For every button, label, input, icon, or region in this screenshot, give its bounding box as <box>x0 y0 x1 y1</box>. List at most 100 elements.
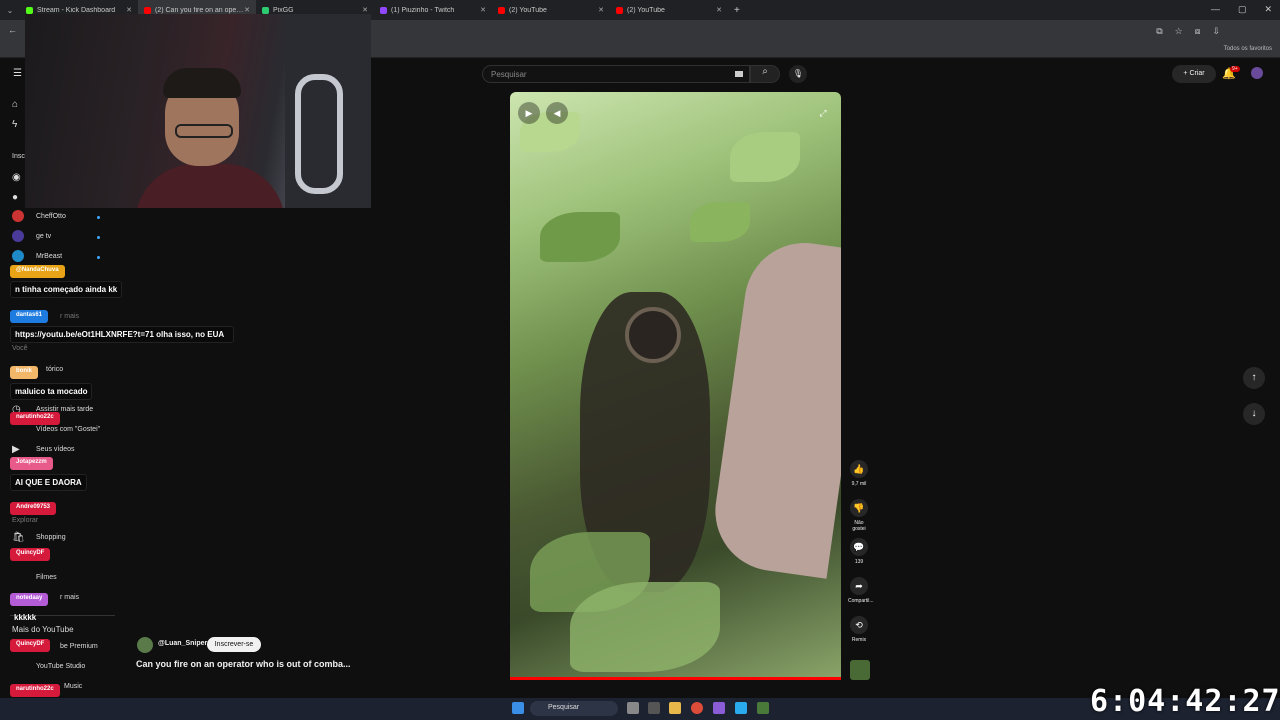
channel-avatar[interactable] <box>12 250 24 262</box>
create-button[interactable]: + Criar <box>1172 65 1216 83</box>
task-view-icon[interactable] <box>648 702 660 714</box>
shopping-icon[interactable]: 🛍 <box>12 532 25 543</box>
avatar[interactable] <box>1251 67 1263 79</box>
home-icon[interactable]: ⌂ <box>12 99 18 110</box>
minimize-icon[interactable]: — <box>1211 4 1220 15</box>
channel-icon[interactable]: ● <box>12 192 18 203</box>
channel-avatar[interactable] <box>12 230 24 242</box>
stream-timer: 6:04:42:27 <box>1090 684 1280 719</box>
chat-message: https://youtu.be/eOt1HLXNRFE?t=71 olha i… <box>10 326 234 343</box>
sidebar-item-getv[interactable]: ge tv <box>36 233 51 240</box>
sidebar-show-more-3[interactable]: r mais <box>60 594 79 601</box>
subscriptions-heading: Insc <box>12 153 25 160</box>
close-icon[interactable]: ✕ <box>716 6 722 14</box>
arrow-down-icon[interactable]: ↓ <box>1243 403 1265 425</box>
extensions-icon[interactable]: ⧈ <box>1195 26 1201 37</box>
window-controls: — ▢ ✕ <box>1211 4 1272 15</box>
chat-message: AI QUE E DAORA <box>10 474 87 491</box>
windows-start-icon[interactable] <box>512 702 524 714</box>
cast-icon[interactable]: ⧉ <box>1156 26 1162 37</box>
shorts-icon[interactable]: ϟ <box>12 119 17 130</box>
keyboard-icon[interactable] <box>735 71 743 77</box>
tab-youtube-3[interactable]: (2) YouTube ✕ <box>610 0 728 20</box>
sidebar-item-history[interactable]: tórico <box>46 366 63 373</box>
youtube-icon <box>144 6 151 14</box>
video-progress-bar[interactable] <box>510 677 841 680</box>
sidebar-item-studio[interactable]: YouTube Studio <box>36 663 85 670</box>
twitch-icon <box>380 6 387 14</box>
star-icon[interactable]: ☆ <box>1175 26 1183 37</box>
foliage <box>540 212 620 262</box>
explore-heading: Explorar <box>12 517 39 524</box>
app-icon[interactable] <box>713 702 725 714</box>
audio-thumbnail[interactable] <box>850 660 870 680</box>
tab-youtube-2[interactable]: (2) YouTube ✕ <box>492 0 610 20</box>
comments-button[interactable]: 💬 139 <box>848 538 870 565</box>
foliage <box>690 202 750 242</box>
close-icon[interactable]: ✕ <box>126 6 132 14</box>
foliage <box>570 582 720 672</box>
maximize-icon[interactable]: ▢ <box>1238 4 1247 15</box>
sidebar-show-more[interactable]: r mais <box>60 313 79 320</box>
subscribe-button[interactable]: Inscrever-se <box>207 637 261 652</box>
dislike-button[interactable]: 👎 Não gostei <box>848 499 870 532</box>
close-window-icon[interactable]: ✕ <box>1264 4 1272 15</box>
share-button[interactable]: ➦ Compartil... <box>848 577 874 604</box>
sidebar-item-music[interactable]: Music <box>64 683 82 690</box>
remix-button[interactable]: ⟲ Remix <box>848 616 870 643</box>
your-videos-icon[interactable]: ▶ <box>12 444 20 455</box>
fullscreen-icon[interactable]: ⤢ <box>812 102 834 124</box>
youtube-icon <box>498 6 505 14</box>
close-icon[interactable]: ✕ <box>480 6 486 14</box>
mic-icon[interactable]: 🎙 <box>789 65 807 83</box>
channel-avatar[interactable] <box>12 210 24 222</box>
channel-name[interactable]: @Luan_Sniper <box>158 640 207 647</box>
gloved-arm <box>707 235 841 579</box>
more-youtube-heading: Mais do YouTube <box>12 625 74 634</box>
folder-icon[interactable] <box>669 702 681 714</box>
close-icon[interactable]: ✕ <box>244 6 250 14</box>
video-title[interactable]: Can you fire on an operator who is out o… <box>136 659 351 669</box>
shorts-player[interactable]: ▶ ◀ ⤢ <box>510 92 841 680</box>
telegram-icon[interactable] <box>735 702 747 714</box>
chat-username: @NandaChuva <box>10 265 65 278</box>
sidebar-item-shopping[interactable]: Shopping <box>36 534 66 541</box>
sidebar-item-your-videos[interactable]: Seus vídeos <box>36 446 75 453</box>
sidebar-item-movies[interactable]: Filmes <box>36 574 57 581</box>
search-button[interactable]: ⌕ <box>750 65 780 83</box>
taskbar-search[interactable]: Pesquisar <box>530 701 618 716</box>
thumbs-down-icon: 👎 <box>850 499 868 517</box>
tab-title: (2) Can you fire on an operator <box>155 6 245 14</box>
tab-search-icon[interactable]: ⌄ <box>0 6 20 15</box>
app-icon[interactable] <box>627 702 639 714</box>
share-icon: ➦ <box>850 577 868 595</box>
remix-label: Remix <box>851 637 867 643</box>
volume-icon[interactable]: ◀ <box>546 102 568 124</box>
chat-username: Andre09753 <box>10 502 57 515</box>
tab-twitch[interactable]: (1) Piuzinho - Twitch ✕ <box>374 0 492 20</box>
downloads-icon[interactable]: ⇩ <box>1212 26 1220 37</box>
play-icon[interactable]: ▶ <box>518 102 540 124</box>
like-button[interactable]: 👍 9,7 mil <box>848 460 870 487</box>
dislike-label: Não gostei <box>852 520 866 532</box>
search-input[interactable]: Pesquisar <box>482 65 750 83</box>
sidebar-item-chefotto[interactable]: CheffOtto <box>36 213 66 220</box>
close-icon[interactable]: ✕ <box>598 6 604 14</box>
sidebar-item-liked[interactable]: Vídeos com "Gostei" <box>36 426 100 433</box>
back-icon[interactable]: ← <box>8 25 17 35</box>
arrow-up-icon[interactable]: ↑ <box>1243 367 1265 389</box>
channel-avatar[interactable] <box>137 637 153 653</box>
chat-username: narutinho22c <box>10 412 60 425</box>
new-tab-icon[interactable]: + <box>734 5 740 16</box>
all-bookmarks[interactable]: Todos os favoritos <box>1224 46 1272 52</box>
menu-icon[interactable]: ☰ <box>13 68 22 79</box>
app-icon[interactable] <box>757 702 769 714</box>
webcam-glasses <box>175 124 233 138</box>
close-icon[interactable]: ✕ <box>362 6 368 14</box>
channel-icon[interactable]: ◉ <box>12 172 21 183</box>
chrome-icon[interactable] <box>691 702 703 714</box>
kick-icon <box>26 6 33 14</box>
sidebar-item-premium[interactable]: be Premium <box>60 643 98 650</box>
sidebar-item-mrbeast[interactable]: MrBeast <box>36 253 62 260</box>
chat-message: maluico ta mocado <box>10 383 93 400</box>
